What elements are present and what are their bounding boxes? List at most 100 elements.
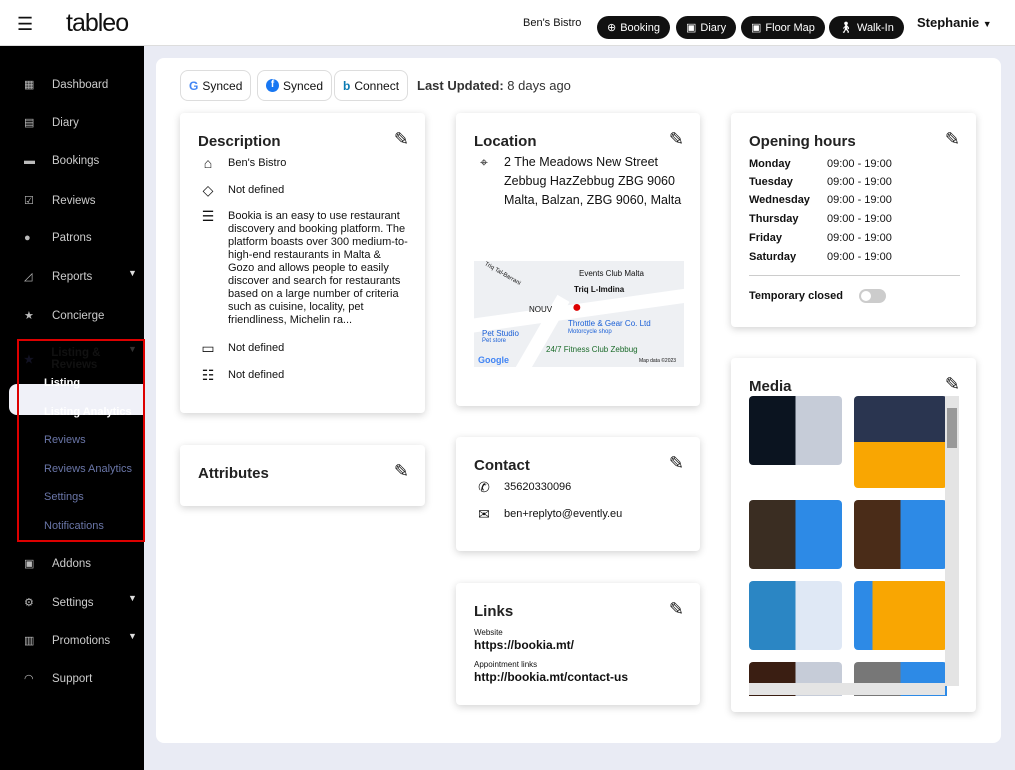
edit-icon[interactable]: ✎ [394,129,409,150]
sidebar-item-support[interactable]: ◠ Support [24,672,93,686]
field5-row: ☷ Not defined [198,368,285,382]
floor-map-button[interactable]: ▣ Floor Map [741,16,825,39]
calendar-icon: ▣ [751,22,762,34]
map-label: 24/7 Fitness Club Zebbug [546,345,638,354]
logo: tableo [66,9,129,37]
tags-row: ◇ Not defined [198,182,285,198]
edit-icon[interactable]: ✎ [945,129,960,150]
sidebar-item-promotions[interactable]: ▥ Promotions [24,634,110,648]
time: 09:00 - 19:00 [827,251,892,263]
text-row: ☰ Bookia is an easy to use restaurant dis… [198,209,410,327]
value: 8 days ago [507,78,571,93]
time: 09:00 - 19:00 [827,232,892,244]
sidebar-item-addons[interactable]: ▣ Addons [24,557,91,571]
user-menu[interactable]: Stephanie ▼ [917,15,992,30]
google-sync-chip[interactable]: G Synced [180,70,252,101]
map-label: NOUV [529,305,553,314]
value: Not defined [228,369,285,381]
sidebar-item-settings[interactable]: ⚙ Settings [24,596,94,610]
sidebar-item-concierge[interactable]: ★ Concierge [24,309,104,323]
sidebar-item-patrons[interactable]: ● Patrons [24,232,92,244]
website-link[interactable]: https://bookia.mt/ [474,638,574,652]
booking-button[interactable]: ⊕ Booking [597,16,670,39]
caret-down-icon: ▼ [128,593,137,603]
walk-in-button[interactable]: 🚶︎ Walk-In [829,16,904,39]
button-label: Walk-In [856,21,894,34]
day: Saturday [749,251,797,263]
window-icon: ▭ [201,340,215,356]
value: Not defined [228,184,285,196]
card-title: Attributes [198,465,269,482]
time: 09:00 - 19:00 [827,194,892,206]
menu-icon[interactable]: ☰ [17,14,33,35]
caret-down-icon: ▼ [128,268,137,278]
facebook-icon: f [266,79,279,92]
temp-closed-label: Temporary closed [749,290,843,302]
edit-icon[interactable]: ✎ [394,461,409,482]
links-card: Links ✎ Website https://bookia.mt/ Appoi… [456,583,700,705]
media-image[interactable] [749,500,842,569]
field4-row: ▭ Not defined [198,340,285,356]
hours-row: Saturday 09:00 - 19:00 [749,251,892,263]
edit-icon[interactable]: ✎ [669,129,684,150]
map-label: Triq Tal-Barrani [483,261,522,287]
person-icon: ● [24,232,31,244]
temp-closed-toggle[interactable] [859,289,886,303]
edit-icon[interactable]: ✎ [669,599,684,620]
appointment-link[interactable]: http://bookia.mt/contact-us [474,670,628,684]
sidebar-item-reports[interactable]: ◿ Reports [24,270,93,284]
media-image[interactable] [854,581,947,650]
media-image[interactable] [854,500,947,569]
user-name: Stephanie [917,15,980,30]
sidebar-item-bookings[interactable]: ▬ Bookings [24,155,99,167]
tag-icon: ◇ [202,182,214,198]
facebook-sync-chip[interactable]: f Synced [257,70,333,101]
map[interactable]: Triq L-Imdina Triq Tal-Barrani Events Cl… [474,261,684,367]
value: Not defined [228,342,285,354]
card-title: Media [749,378,792,395]
card-title: Links [474,603,514,620]
label: Support [52,672,93,685]
sidebar-item-reviews[interactable]: ☑ Reviews [24,194,95,208]
day: Friday [749,232,783,244]
addons-icon: ▣ [24,558,35,570]
media-image[interactable] [749,396,842,465]
bing-connect-chip[interactable]: b Connect [334,70,409,101]
horizontal-scrollbar[interactable] [749,683,945,695]
diary-button[interactable]: ▣ Diary [676,16,737,39]
address-row: ⌖ 2 The Meadows New Street Zebbug HazZebb… [474,153,684,210]
label: Reports [52,270,93,283]
caret-down-icon: ▼ [128,631,137,641]
bookings-icon: ▬ [24,155,35,167]
chevron-down-icon: ▼ [982,19,992,29]
sidebar-item-diary[interactable]: ▤ Diary [24,116,79,130]
value: Ben's Bistro [228,157,287,169]
contact-card: Contact ✎ ✆ 35620330096 ✉ ben+replyto@even… [456,437,700,551]
time: 09:00 - 19:00 [827,158,892,170]
map-label: Pet store [482,338,507,344]
map-label: Triq L-Imdina [574,285,625,294]
review-icon: ☑ [24,195,34,207]
calendar-icon: ▤ [24,117,35,129]
vertical-scrollbar[interactable] [945,396,959,686]
email-row: ✉ ben+replyto@evently.eu [474,507,623,521]
sidebar-item-dashboard[interactable]: ▦ Dashboard [24,78,108,92]
media-image[interactable] [854,396,947,488]
gear-icon: ⚙ [24,597,34,609]
divider [749,275,960,276]
time: 09:00 - 19:00 [827,213,892,225]
card-title: Opening hours [749,133,856,150]
label: Last Updated: [417,78,504,93]
map-label: Events Club Malta [579,269,644,278]
value: ben+replyto@evently.eu [504,508,623,520]
edit-icon[interactable]: ✎ [669,453,684,474]
location-card: Location ✎ ⌖ 2 The Meadows New Street Zeb… [456,113,700,406]
day: Wednesday [749,194,810,206]
location-pin-icon: ⌖ [480,154,488,170]
hours-row: Thursday 09:00 - 19:00 [749,213,892,225]
last-updated: Last Updated: 8 days ago [417,78,571,93]
media-image[interactable] [749,581,842,650]
restaurant-name[interactable]: Ben's Bistro [523,17,581,29]
scrollbar-thumb[interactable] [947,408,957,448]
edit-icon[interactable]: ✎ [945,374,960,395]
